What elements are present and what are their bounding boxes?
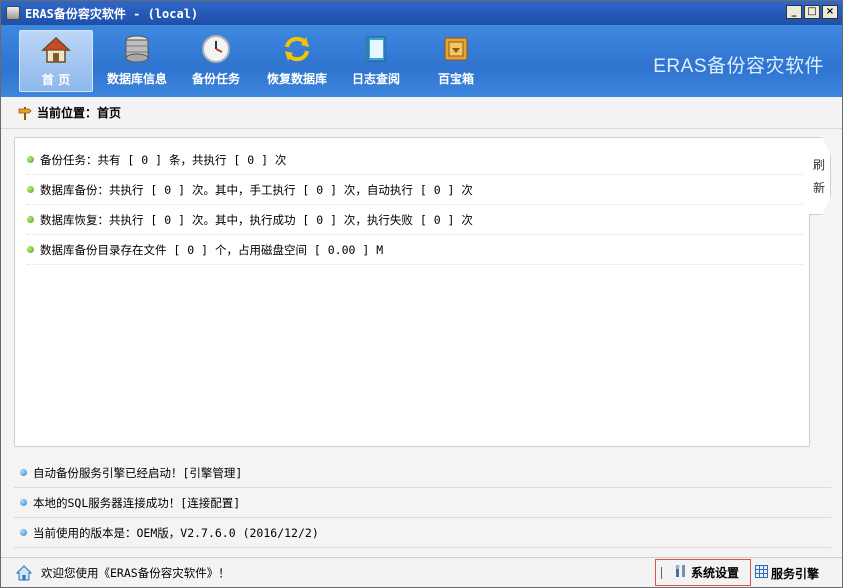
refresh-arrows-icon [281,33,313,65]
tool-backup-task[interactable]: 备份任务 [179,30,253,92]
list-item: 数据库恢复：共执行 [ 0 ] 次。其中，执行成功 [ 0 ] 次，执行失败 [… [27,205,803,235]
grid-icon [755,565,768,581]
tool-toolbox[interactable]: 百宝箱 [419,30,493,92]
tool-database-info[interactable]: 数据库信息 [100,30,174,92]
refresh-label-1: 刷 [812,158,825,172]
status-bar: 欢迎您使用《ERAS备份容灾软件》！ 系统设置 服务引擎 [1,557,842,587]
bullet-icon [27,186,34,193]
refresh-label-2: 新 [812,181,825,195]
sql-connection-status[interactable]: 本地的SQL服务器连接成功！[连接配置] [33,495,240,511]
wrench-icon [674,564,688,581]
bullet-icon [20,529,27,536]
signpost-icon [17,105,33,121]
tool-home[interactable]: 首 页 [19,30,93,92]
system-settings-label: 系统设置 [691,566,740,580]
list-item: 自动备份服务引擎已经启动！[引擎管理] [14,458,831,488]
refresh-button[interactable]: 刷 新 [809,137,831,215]
main-toolbar: 首 页 数据库信息 备份任务 恢复数据库 日志查阅 百宝箱 ERAS备份容灾软件 [1,25,842,97]
tool-backup-task-label: 备份任务 [191,72,240,86]
close-button[interactable]: × [822,5,838,19]
bullet-icon [27,216,34,223]
minimize-button[interactable]: _ [786,5,802,19]
list-item: 当前使用的版本是：OEM版，V2.7.6.0 (2016/12/2) [14,518,831,548]
tool-log-view-label: 日志查阅 [351,72,400,86]
bullet-icon [20,469,27,476]
database-icon [121,33,153,65]
bullet-icon [27,156,34,163]
home-icon [15,564,33,581]
window-controls: _ □ × [786,5,838,19]
stats-panel: 备份任务：共有 [ 0 ] 条，共执行 [ 0 ] 次 数据库备份：共执行 [ … [14,137,810,447]
engine-status[interactable]: 自动备份服务引擎已经启动！[引擎管理] [33,465,242,481]
app-icon [6,6,20,20]
bullet-icon [20,499,27,506]
welcome-text: 欢迎您使用《ERAS备份容灾软件》！ [41,565,230,580]
toolbox-icon [440,33,472,65]
service-engine-label: 服务引擎 [771,566,820,581]
brand-title: ERAS备份容灾软件 [653,56,824,77]
stat-database-restore: 数据库恢复：共执行 [ 0 ] 次。其中，执行成功 [ 0 ] 次，执行失败 [… [40,212,473,227]
list-item: 数据库备份目录存在文件 [ 0 ] 个，占用磁盘空间 [ 0.00 ] M [27,235,803,265]
service-engine-button[interactable]: 服务引擎 [755,562,819,584]
clock-icon [200,33,232,65]
tool-home-label: 首 页 [41,73,71,87]
app-window: ERAS备份容灾软件 - (local) _ □ × 首 页 数据库信息 备份任… [0,0,843,588]
system-settings-button[interactable]: 系统设置 [655,559,751,586]
window-title: ERAS备份容灾软件 - (local) [25,6,199,21]
list-item: 数据库备份：共执行 [ 0 ] 次。其中，手工执行 [ 0 ] 次，自动执行 [… [27,175,803,205]
breadcrumb: 当前位置：首页 [37,106,122,120]
tool-restore-database-label: 恢复数据库 [266,72,327,86]
maximize-button[interactable]: □ [804,5,820,19]
tool-log-view[interactable]: 日志查阅 [339,30,413,92]
tool-database-info-label: 数据库信息 [106,72,167,86]
breadcrumb-bar: 当前位置：首页 [1,97,842,129]
tool-restore-database[interactable]: 恢复数据库 [260,30,334,92]
list-item: 备份任务：共有 [ 0 ] 条，共执行 [ 0 ] 次 [27,145,803,175]
bullet-icon [27,246,34,253]
home-icon [40,34,72,66]
separator [661,566,662,579]
stat-backup-directory: 数据库备份目录存在文件 [ 0 ] 个，占用磁盘空间 [ 0.00 ] M [40,242,384,257]
title-bar[interactable]: ERAS备份容灾软件 - (local) _ □ × [1,1,842,25]
book-icon [360,33,392,65]
list-item: 本地的SQL服务器连接成功！[连接配置] [14,488,831,518]
stat-backup-tasks: 备份任务：共有 [ 0 ] 条，共执行 [ 0 ] 次 [40,152,287,167]
stat-database-backup: 数据库备份：共执行 [ 0 ] 次。其中，手工执行 [ 0 ] 次，自动执行 [… [40,182,473,197]
version-info: 当前使用的版本是：OEM版，V2.7.6.0 (2016/12/2) [33,525,319,540]
tool-toolbox-label: 百宝箱 [437,72,474,86]
